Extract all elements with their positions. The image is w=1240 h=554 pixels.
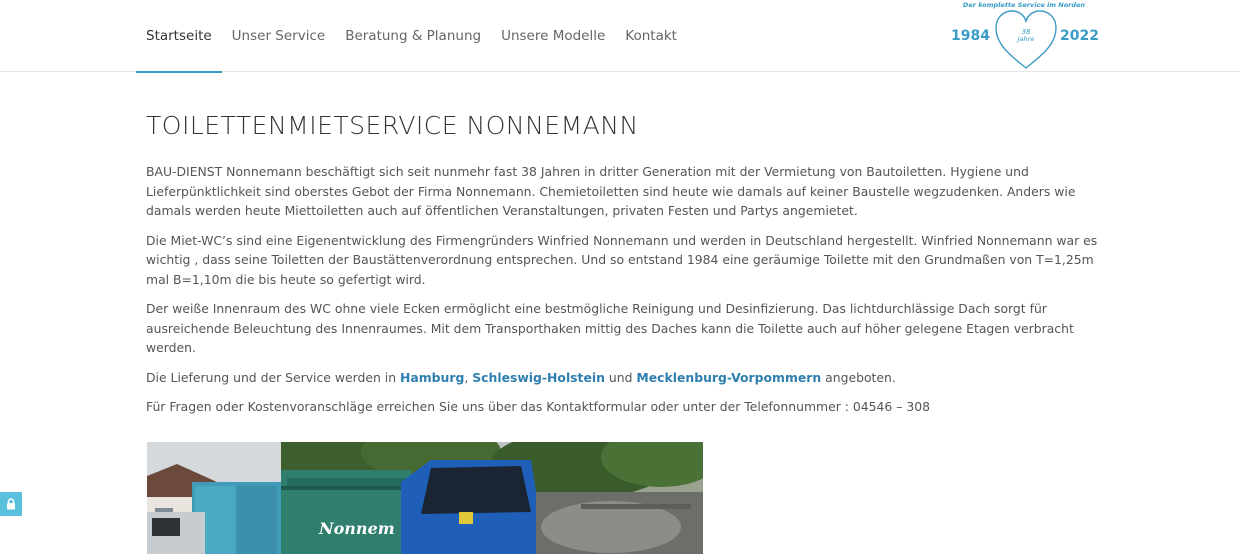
logo-tagline: Der komplette Service im Norden (963, 1, 1085, 9)
toilet-units-photo (147, 442, 281, 554)
logo-years-word: Jahre (1016, 35, 1035, 43)
logo-year-start: 1984 (951, 28, 990, 44)
delivery-paragraph: Die Lieferung und der Service werden in … (146, 368, 1102, 388)
page-title: TOILETTENMIETSERVICE NONNEMANN (146, 111, 639, 140)
features-paragraph: Der weiße Innenraum des WC ohne viele Ec… (146, 301, 1074, 355)
delivery-text-suffix: angeboten. (821, 369, 896, 385)
lock-icon (7, 498, 15, 510)
delivery-separator-2: und (604, 369, 637, 385)
cookie-settings-button[interactable] (0, 492, 22, 516)
gallery-photo-truck[interactable]: Nonnem (281, 442, 703, 554)
gallery-photo-toilet-units[interactable] (147, 442, 281, 554)
delivery-truck-photo: Nonnem (281, 442, 703, 554)
site-header: Startseite Unser Service Beratung & Plan… (0, 0, 1240, 73)
contact-paragraph: Für Fragen oder Kostenvoranschläge errei… (146, 399, 930, 414)
intro-paragraph: BAU-DIENST Nonnemann beschäftigt sich se… (146, 164, 1076, 218)
nav-item-startseite[interactable]: Startseite (136, 0, 222, 73)
delivery-text-prefix: Die Lieferung und der Service werden in (146, 369, 401, 385)
nav-item-beratung-planung[interactable]: Beratung & Planung (335, 0, 491, 72)
main-content: TOILETTENMIETSERVICE NONNEMANN BAU-DIENS… (146, 108, 1102, 427)
logo-year-end: 2022 (1060, 28, 1099, 44)
link-hamburg[interactable]: Hamburg (400, 370, 464, 385)
nav-item-unser-service[interactable]: Unser Service (222, 0, 336, 72)
link-schleswig-holstein[interactable]: Schleswig-Holstein (472, 370, 605, 385)
photo-gallery: Nonnem (147, 442, 703, 554)
link-mecklenburg-vorpommern[interactable]: Mecklenburg-Vorpommern (636, 370, 821, 385)
truck-lettering: Nonnem (318, 519, 395, 538)
nav-item-unsere-modelle[interactable]: Unsere Modelle (491, 0, 615, 72)
nav-item-kontakt[interactable]: Kontakt (615, 0, 687, 72)
history-paragraph: Die Miet-WC’s sind eine Eigenentwicklung… (146, 232, 1098, 287)
anniversary-heart-logo: Der komplette Service im Norden 1984 38 … (951, 1, 1099, 69)
main-nav: Startseite Unser Service Beratung & Plan… (136, 0, 687, 73)
logo-anniversary[interactable]: Der komplette Service im Norden 1984 38 … (950, 0, 1102, 70)
